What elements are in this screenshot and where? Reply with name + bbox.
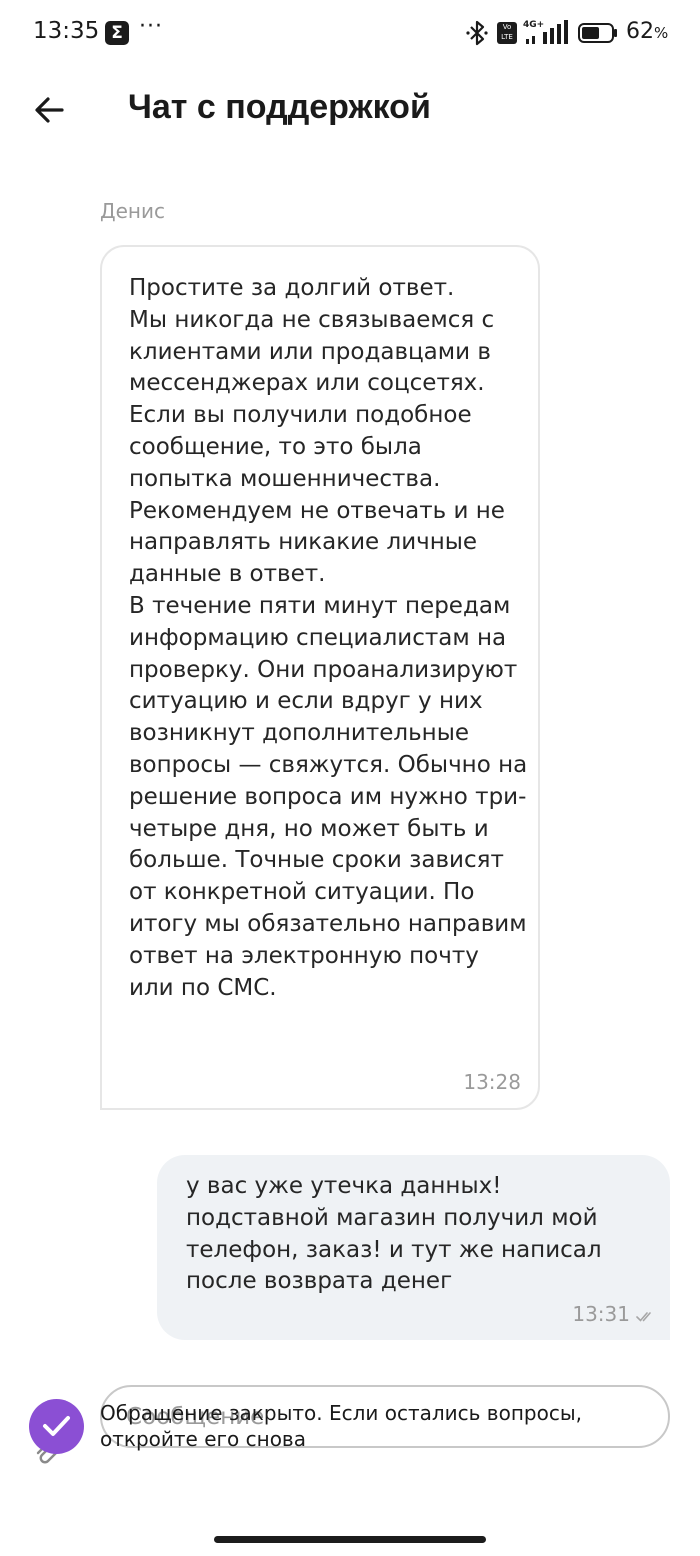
page-title: Чат с поддержкой [128,88,431,126]
status-time: 13:35 [33,18,100,44]
battery-icon [578,23,617,43]
sender-name: Денис [100,199,165,223]
sigma-app-icon: Σ [105,21,129,45]
volte-icon: Vo LTE [497,22,517,44]
incoming-message-bubble: Простите за долгий ответ. Мы никогда не … [100,245,540,1110]
double-check-icon [636,1312,651,1322]
message-time: 13:31 [572,1302,630,1326]
check-circle-icon [29,1399,84,1454]
toast-message: Обращение закрыто. Если остались вопросы… [100,1401,582,1451]
message-time: 13:28 [463,1070,521,1094]
home-indicator[interactable] [214,1536,486,1543]
back-arrow-icon[interactable] [30,90,70,130]
message-text: Простите за долгий ответ. Мы никогда не … [129,275,528,1001]
more-notifications-icon: ··· [139,14,163,39]
message-text: у вас уже утечка данных! подставной мага… [186,1173,602,1295]
status-bar: 13:35 Σ ··· Vo LTE 4G+ 62% [0,0,700,66]
network-type-label: 4G+ [523,20,545,30]
outgoing-message-bubble: у вас уже утечка данных! подставной мага… [157,1155,670,1340]
bluetooth-icon [466,20,488,46]
battery-percent: 62% [626,19,669,44]
